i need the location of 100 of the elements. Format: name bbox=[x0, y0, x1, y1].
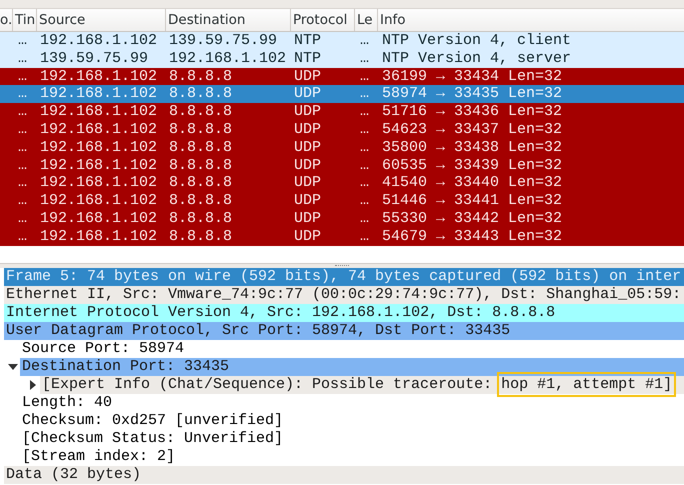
tree-item[interactable]: [Stream index: 2] bbox=[20, 448, 684, 466]
table-cell-text: 192.168.1.102 bbox=[39, 210, 158, 228]
packet-row[interactable]: … 192.168.1.102 8.8.8.8 UDP … 54623 → 33437 Len=32 bbox=[0, 120, 684, 139]
table-cell-text: 192.168.1.102 bbox=[39, 138, 158, 157]
column-header[interactable]: Le bbox=[355, 9, 378, 31]
table-cell-text: … bbox=[359, 174, 370, 192]
table-cell-text: 192.168.1.102 bbox=[39, 103, 158, 121]
packet-row[interactable]: … 192.168.1.102 8.8.8.8 UDP … 55330 → 33442 Len=32 bbox=[0, 210, 684, 228]
column-header[interactable]: Tin bbox=[13, 9, 37, 31]
table-cell-text: 192.168.1.102 bbox=[39, 120, 158, 139]
table-cell-text: 54623 → 33437 Len=32 bbox=[381, 120, 564, 139]
table-cell-text: UDP bbox=[293, 138, 322, 157]
table-cell-text: 192.168.1.102 bbox=[168, 50, 288, 68]
table-cell-text: … bbox=[359, 210, 370, 228]
tree-item[interactable]: Internet Protocol Version 4, Src: 192.168.1.102, Dst: 8.8.8.8 bbox=[4, 304, 684, 322]
tree-item[interactable]: [Checksum Status: Unverified] bbox=[20, 430, 684, 448]
table-cell-text: 8.8.8.8 bbox=[168, 68, 234, 86]
table-cell-text: 51716 → 33436 Len=32 bbox=[381, 103, 564, 121]
table-cell-text: UDP bbox=[293, 85, 322, 104]
table-cell-text: 192.168.1.102 bbox=[39, 156, 158, 174]
column-header[interactable]: Source bbox=[37, 9, 166, 31]
table-cell-text: 192.168.1.102 bbox=[39, 228, 158, 246]
packet-row[interactable]: … 192.168.1.102 8.8.8.8 UDP … 60535 → 33439 Len=32 bbox=[0, 156, 684, 174]
table-cell-text: 54679 → 33443 Len=32 bbox=[381, 228, 564, 246]
table-cell-text: 192.168.1.102 bbox=[39, 85, 158, 104]
table-cell-text: UDP bbox=[293, 68, 322, 86]
table-cell-text: 192.168.1.102 bbox=[39, 68, 158, 86]
table-cell-text: 35800 → 33438 Len=32 bbox=[381, 138, 564, 157]
table-cell-text: NTP Version 4, server bbox=[381, 50, 572, 68]
table-cell-text: 58974 → 33435 Len=32 bbox=[381, 85, 564, 104]
table-cell-text: … bbox=[359, 103, 370, 121]
tree-item[interactable]: Data (32 bytes) bbox=[4, 466, 684, 484]
tree-item-text: [Expert Info (Chat/Sequence): Possible traceroute: bbox=[42, 376, 494, 393]
table-cell-text: NTP Version 4, client bbox=[381, 32, 572, 50]
table-cell-text: … bbox=[359, 228, 370, 246]
table-cell-text: 8.8.8.8 bbox=[168, 174, 234, 192]
packet-row[interactable]: … 192.168.1.102 8.8.8.8 UDP … 51446 → 33441 Len=32 bbox=[0, 192, 684, 210]
table-cell-text: 51446 → 33441 Len=32 bbox=[381, 192, 564, 210]
table-cell-text: UDP bbox=[293, 192, 322, 210]
table-cell-text: … bbox=[17, 85, 28, 104]
tree-item[interactable]: Checksum: 0xd257 [unverified] bbox=[20, 412, 684, 430]
table-cell-text: 8.8.8.8 bbox=[168, 138, 234, 157]
table-cell-text: NTP bbox=[293, 50, 322, 68]
table-cell-text: … bbox=[17, 103, 28, 121]
table-cell-text: 8.8.8.8 bbox=[168, 156, 234, 174]
packet-row[interactable]: … 139.59.75.99 192.168.1.102 NTP … NTP Version 4, server bbox=[0, 50, 684, 68]
table-cell-text: 8.8.8.8 bbox=[168, 210, 234, 228]
table-cell-text: … bbox=[17, 120, 28, 139]
table-cell-text: 139.59.75.99 bbox=[168, 32, 278, 50]
table-cell-text: … bbox=[17, 32, 28, 50]
table-cell-text: 192.168.1.102 bbox=[39, 174, 158, 192]
table-cell-text: … bbox=[17, 210, 28, 228]
expand-arrow-icon[interactable] bbox=[28, 380, 38, 390]
table-cell-text: 8.8.8.8 bbox=[168, 85, 234, 104]
table-cell-text: 192.168.1.102 bbox=[39, 192, 158, 210]
table-cell-text: … bbox=[359, 138, 370, 157]
tree-item[interactable]: Source Port: 58974 bbox=[20, 340, 684, 358]
table-cell-text: … bbox=[359, 120, 370, 139]
column-header[interactable]: Info bbox=[378, 9, 684, 31]
table-cell-text: UDP bbox=[293, 174, 322, 192]
tree-item[interactable]: Ethernet II, Src: Vmware_74:9c:77 (00:0c:29:74:9c:77), Dst: Shanghai_05:59: bbox=[4, 286, 684, 304]
packet-row[interactable]: … 192.168.1.102 8.8.8.8 UDP … 54679 → 33443 Len=32 bbox=[0, 228, 684, 246]
column-header[interactable]: Destination bbox=[166, 9, 291, 31]
packet-row[interactable]: … 192.168.1.102 8.8.8.8 UDP … 51716 → 33436 Len=32 bbox=[0, 103, 684, 121]
table-cell-text: … bbox=[17, 138, 28, 157]
table-cell-text: 41540 → 33440 Len=32 bbox=[381, 174, 564, 192]
table-cell-text: 192.168.1.102 bbox=[39, 32, 158, 50]
table-cell-text: … bbox=[17, 50, 28, 68]
packet-row[interactable]: … 192.168.1.102 8.8.8.8 UDP … 36199 → 33434 Len=32 bbox=[0, 68, 684, 86]
table-cell-text: … bbox=[359, 32, 370, 50]
packet-row[interactable]: … 192.168.1.102 8.8.8.8 UDP … 41540 → 33440 Len=32 bbox=[0, 174, 684, 192]
splitter-handle[interactable] bbox=[335, 264, 349, 267]
table-cell-text: 55330 → 33442 Len=32 bbox=[381, 210, 564, 228]
packet-row[interactable]: … 192.168.1.102 139.59.75.99 NTP … NTP Version 4, client bbox=[0, 32, 684, 50]
table-cell-text: 36199 → 33434 Len=32 bbox=[381, 68, 564, 86]
table-cell-text: … bbox=[17, 68, 28, 86]
table-cell-text: 139.59.75.99 bbox=[39, 50, 150, 68]
table-cell-text: … bbox=[17, 174, 28, 192]
table-cell-text: UDP bbox=[293, 210, 322, 228]
table-cell-text: 8.8.8.8 bbox=[168, 192, 234, 210]
table-cell-text: … bbox=[359, 85, 370, 104]
table-cell-text: UDP bbox=[293, 103, 322, 121]
tree-item[interactable]: User Datagram Protocol, Src Port: 58974, Dst Port: 33435 bbox=[4, 322, 684, 340]
table-cell-text: … bbox=[359, 68, 370, 86]
tree-item[interactable]: Length: 40 bbox=[20, 394, 684, 412]
table-cell-text: 8.8.8.8 bbox=[168, 228, 234, 246]
table-cell-text: 8.8.8.8 bbox=[168, 103, 234, 121]
table-cell-text: … bbox=[359, 50, 370, 68]
column-header[interactable]: o. bbox=[0, 9, 13, 31]
table-cell-text: … bbox=[17, 156, 28, 174]
table-cell-text: UDP bbox=[293, 120, 322, 139]
table-cell-text: … bbox=[17, 228, 28, 246]
table-cell-text: NTP bbox=[293, 32, 322, 50]
packet-row[interactable]: … 192.168.1.102 8.8.8.8 UDP … 35800 → 33438 Len=32 bbox=[0, 138, 684, 157]
table-cell-text: 8.8.8.8 bbox=[168, 120, 234, 139]
column-header[interactable]: Protocol bbox=[291, 9, 355, 31]
collapse-arrow-icon[interactable] bbox=[8, 362, 18, 372]
tree-item[interactable]: Destination Port: 33435 bbox=[20, 358, 684, 376]
table-cell-text: … bbox=[359, 156, 370, 174]
table-cell-text: UDP bbox=[293, 228, 322, 246]
